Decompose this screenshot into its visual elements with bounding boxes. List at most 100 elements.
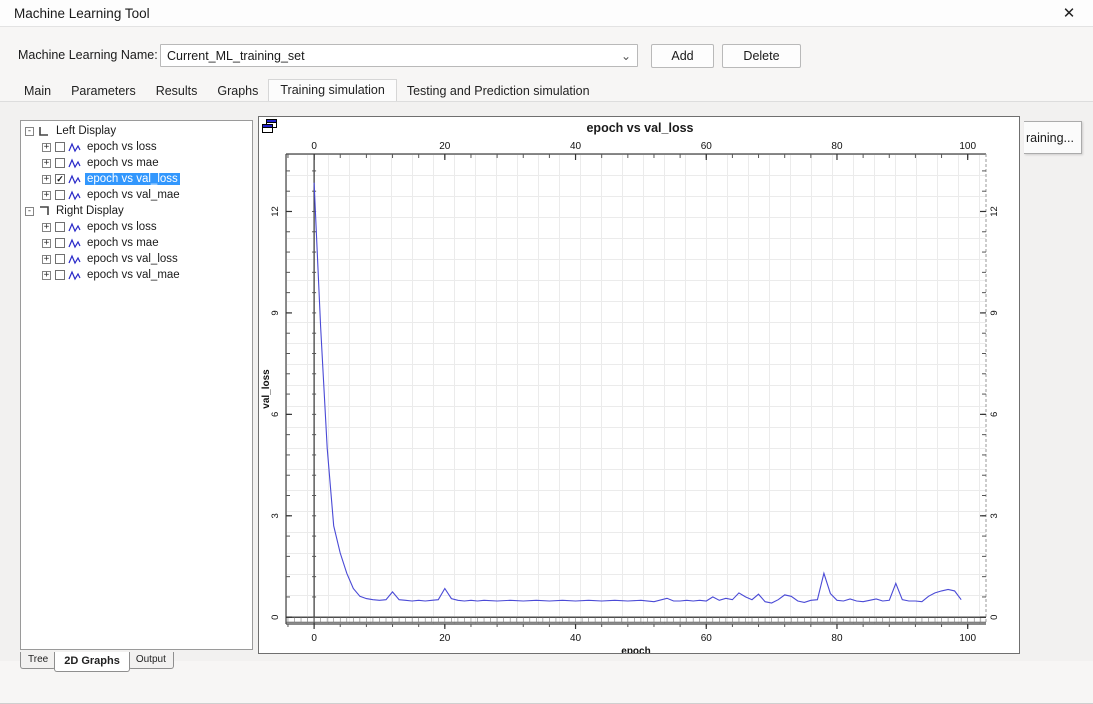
checkbox-unchecked[interactable] <box>55 238 65 248</box>
tree-item[interactable]: + epoch vs val_loss <box>25 251 252 267</box>
tab-main[interactable]: Main <box>14 81 61 102</box>
chevron-down-icon[interactable]: ⌄ <box>615 46 637 66</box>
training-simulation-page: - Left Display + epoch vs loss + epoch v… <box>0 101 1093 672</box>
expand-icon[interactable]: + <box>42 174 51 184</box>
tree-item[interactable]: + epoch vs mae <box>25 235 252 251</box>
tree-group-right-display[interactable]: - Right Display <box>25 203 252 219</box>
curve-icon <box>68 189 81 200</box>
val-loss-line-chart[interactable]: 0 0 20 20 40 40 60 60 80 80 100 100 0 0 3 3 6 6 9 9 12 12 val_… <box>259 117 1020 654</box>
left-display-icon <box>39 126 48 136</box>
svg-text:6: 6 <box>270 412 281 417</box>
expand-icon[interactable]: + <box>42 222 51 232</box>
tab-graphs[interactable]: Graphs <box>207 81 268 102</box>
checkbox-checked[interactable]: ✓ <box>55 174 65 184</box>
close-icon[interactable]: ✕ <box>1057 3 1081 23</box>
expand-icon[interactable]: + <box>42 142 51 152</box>
expand-icon[interactable]: + <box>42 270 51 280</box>
curve-icon <box>68 237 81 248</box>
curve-icon <box>68 221 81 232</box>
curve-icon <box>68 157 81 168</box>
svg-text:val_loss: val_loss <box>261 369 272 409</box>
tree-item-selected[interactable]: + ✓ epoch vs val_loss <box>25 171 252 187</box>
tree-group-left-display[interactable]: - Left Display <box>25 123 252 139</box>
window-title: Machine Learning Tool <box>14 5 150 21</box>
bottom-tab-strip: Tree 2D Graphs Output <box>20 652 174 674</box>
expand-icon[interactable]: + <box>42 254 51 264</box>
checkbox-unchecked[interactable] <box>55 254 65 264</box>
delete-button[interactable]: Delete <box>722 44 801 68</box>
tree-item-label[interactable]: epoch vs val_loss <box>85 173 180 185</box>
svg-text:9: 9 <box>989 310 1000 315</box>
training-button-partial[interactable]: raining... <box>1024 121 1082 154</box>
tree-item[interactable]: + epoch vs val_mae <box>25 187 252 203</box>
bottom-tab-tree[interactable]: Tree <box>20 652 57 669</box>
tab-parameters[interactable]: Parameters <box>61 81 146 102</box>
checkbox-unchecked[interactable] <box>55 142 65 152</box>
chart-panel: epoch vs val_loss 0 0 20 20 40 40 60 60 80 80 100 1… <box>258 116 1020 654</box>
checkbox-unchecked[interactable] <box>55 190 65 200</box>
svg-text:0: 0 <box>311 141 317 152</box>
tab-training-simulation[interactable]: Training simulation <box>268 79 397 103</box>
svg-text:3: 3 <box>270 513 281 518</box>
add-button[interactable]: Add <box>651 44 714 68</box>
name-row: Machine Learning Name: Current_ML_traini… <box>0 40 1093 72</box>
tree-item-label[interactable]: epoch vs val_mae <box>85 189 182 201</box>
svg-text:0: 0 <box>311 633 317 644</box>
svg-text:9: 9 <box>270 310 281 315</box>
svg-text:60: 60 <box>701 141 713 152</box>
tree-group-label[interactable]: Right Display <box>54 205 126 217</box>
bottom-tab-output[interactable]: Output <box>127 652 174 669</box>
ml-name-label: Machine Learning Name: <box>18 48 158 62</box>
tree-item[interactable]: + epoch vs loss <box>25 219 252 235</box>
checkbox-unchecked[interactable] <box>55 222 65 232</box>
svg-text:20: 20 <box>439 141 451 152</box>
svg-text:20: 20 <box>439 633 451 644</box>
collapse-icon[interactable]: - <box>25 206 34 216</box>
tree-item-label[interactable]: epoch vs mae <box>85 157 161 169</box>
svg-text:80: 80 <box>831 633 843 644</box>
curve-icon <box>68 269 81 280</box>
tree-group-label[interactable]: Left Display <box>54 125 118 137</box>
curve-icon <box>68 141 81 152</box>
title-bar: Machine Learning Tool ✕ <box>0 0 1093 27</box>
tree-item-label[interactable]: epoch vs val_mae <box>85 269 182 281</box>
checkbox-unchecked[interactable] <box>55 158 65 168</box>
checkbox-unchecked[interactable] <box>55 270 65 280</box>
expand-icon[interactable]: + <box>42 238 51 248</box>
svg-text:80: 80 <box>831 141 843 152</box>
expand-icon[interactable]: + <box>42 190 51 200</box>
tab-testing-prediction-simulation[interactable]: Testing and Prediction simulation <box>397 81 600 102</box>
machine-learning-tool-window: { "window": { "title": "Machine Learning… <box>0 0 1093 704</box>
svg-text:40: 40 <box>570 633 582 644</box>
svg-text:3: 3 <box>989 513 1000 518</box>
ml-name-combobox[interactable]: Current_ML_training_set ⌄ <box>160 44 638 67</box>
svg-text:12: 12 <box>989 206 1000 217</box>
svg-text:100: 100 <box>959 633 976 644</box>
bottom-tab-2d-graphs[interactable]: 2D Graphs <box>54 652 130 672</box>
tree-item[interactable]: + epoch vs val_mae <box>25 267 252 283</box>
ml-name-value: Current_ML_training_set <box>167 48 305 63</box>
tab-results[interactable]: Results <box>146 81 208 102</box>
tab-strip: Main Parameters Results Graphs Training … <box>14 79 600 103</box>
tree-item[interactable]: + epoch vs mae <box>25 155 252 171</box>
svg-text:0: 0 <box>270 615 281 620</box>
svg-text:epoch: epoch <box>621 646 650 654</box>
svg-text:12: 12 <box>270 206 281 217</box>
tree-item-label[interactable]: epoch vs mae <box>85 237 161 249</box>
tree-item[interactable]: + epoch vs loss <box>25 139 252 155</box>
svg-text:60: 60 <box>701 633 713 644</box>
tree-item-label[interactable]: epoch vs loss <box>85 221 159 233</box>
display-tree-panel: - Left Display + epoch vs loss + epoch v… <box>20 120 253 650</box>
expand-icon[interactable]: + <box>42 158 51 168</box>
curve-icon <box>68 173 81 184</box>
curve-icon <box>68 253 81 264</box>
svg-text:100: 100 <box>959 141 976 152</box>
collapse-icon[interactable]: - <box>25 126 34 136</box>
tree-item-label[interactable]: epoch vs loss <box>85 141 159 153</box>
svg-text:40: 40 <box>570 141 582 152</box>
tree-item-label[interactable]: epoch vs val_loss <box>85 253 180 265</box>
svg-text:6: 6 <box>989 412 1000 417</box>
svg-text:0: 0 <box>989 615 1000 620</box>
right-display-icon <box>40 205 49 215</box>
training-button-label: raining... <box>1026 130 1074 145</box>
